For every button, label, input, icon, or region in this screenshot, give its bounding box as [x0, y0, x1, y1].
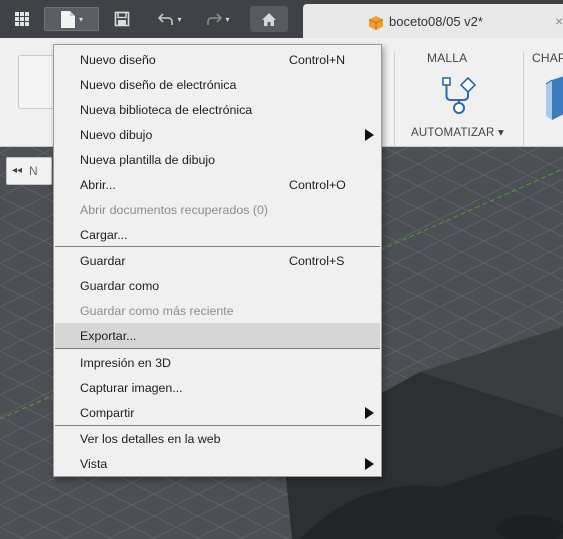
app-grid-button[interactable]: [9, 7, 35, 31]
file-icon: [60, 10, 76, 29]
browser-panel-collapse[interactable]: ◂◂ N: [6, 157, 52, 185]
undo-button[interactable]: ▾: [150, 7, 190, 31]
collapse-arrow-icon: ◂◂: [12, 165, 23, 176]
menu-item-exportar[interactable]: Exportar...: [55, 323, 380, 348]
menu-item-shortcut: Control+S: [289, 254, 345, 268]
menu-item-compartir[interactable]: Compartir: [55, 400, 380, 425]
redo-icon: [206, 12, 223, 26]
submenu-arrow-icon: [365, 129, 374, 141]
automatizar-dropdown[interactable]: AUTOMATIZAR ▾: [411, 125, 504, 139]
cube-icon: [368, 15, 384, 34]
menu-item-label: Guardar como más reciente: [80, 304, 234, 318]
menu-item-guardar-como-mas-reciente: Guardar como más reciente: [55, 298, 380, 323]
menu-item-nuevo-dibujo[interactable]: Nuevo dibujo: [55, 122, 380, 147]
save-button[interactable]: [107, 7, 137, 31]
ribbon-divider: [394, 52, 395, 146]
menu-item-label: Nuevo diseño de electrónica: [80, 78, 237, 92]
ribbon-divider: [523, 52, 524, 146]
menu-item-label: Abrir documentos recuperados (0): [80, 203, 269, 217]
menu-item-label: Abrir...: [80, 178, 116, 192]
menu-item-ver-detalles-web[interactable]: Ver los detalles en la web: [55, 426, 380, 451]
document-tab[interactable]: boceto08/05 v2* ×: [303, 4, 563, 38]
menu-item-abrir-recuperados: Abrir documentos recuperados (0): [55, 197, 380, 222]
menu-item-abrir[interactable]: Abrir... Control+O: [55, 172, 380, 197]
menu-separator: [55, 246, 380, 247]
menu-item-label: Compartir: [80, 406, 135, 420]
close-icon[interactable]: ×: [555, 13, 563, 29]
menu-item-nueva-plantilla-dibujo[interactable]: Nueva plantilla de dibujo: [55, 147, 380, 172]
quick-access-toolbar: ▾ ▾ ▾ boceto08/05 v2* ×: [0, 0, 563, 38]
menu-item-nuevo-diseno-electronica[interactable]: Nuevo diseño de electrónica: [55, 72, 380, 97]
menu-item-label: Nueva biblioteca de electrónica: [80, 103, 253, 117]
grid-icon: [14, 11, 30, 27]
home-icon: [261, 12, 277, 27]
menu-item-label: Ver los detalles en la web: [80, 432, 221, 446]
menu-separator: [55, 348, 380, 349]
menu-item-guardar-como[interactable]: Guardar como: [55, 273, 380, 298]
menu-item-vista[interactable]: Vista: [55, 451, 380, 476]
menu-item-label: Cargar...: [80, 228, 128, 242]
menu-item-nueva-biblioteca-electronica[interactable]: Nueva biblioteca de electrónica: [55, 97, 380, 122]
menu-item-label: Vista: [80, 457, 108, 471]
document-title: boceto08/05 v2*: [389, 14, 483, 29]
undo-dropdown-icon: ▾: [177, 14, 182, 24]
group-label-malla: MALLA: [427, 51, 468, 65]
browser-panel-label: N: [29, 164, 38, 178]
group-label-chapa: CHAP: [532, 51, 563, 65]
menu-item-label: Nuevo dibujo: [80, 128, 153, 142]
menu-item-label: Exportar...: [80, 329, 137, 343]
undo-icon: [158, 12, 174, 26]
submenu-arrow-icon: [365, 458, 374, 470]
chevron-down-icon: ▾: [78, 14, 83, 24]
file-dropdown-menu: Nuevo diseño Control+N Nuevo diseño de e…: [53, 44, 382, 477]
menu-item-label: Capturar imagen...: [80, 381, 183, 395]
save-icon: [114, 11, 130, 27]
menu-item-label: Nuevo diseño: [80, 53, 156, 67]
submenu-arrow-icon: [365, 407, 374, 419]
menu-item-nuevo-diseno[interactable]: Nuevo diseño Control+N: [55, 47, 380, 72]
menu-item-label: Impresión en 3D: [80, 356, 171, 370]
menu-item-label: Guardar: [80, 254, 126, 268]
menu-item-capturar-imagen[interactable]: Capturar imagen...: [55, 375, 380, 400]
redo-button[interactable]: ▾: [198, 7, 238, 31]
menu-item-label: Guardar como: [80, 279, 160, 293]
menu-item-shortcut: Control+O: [289, 178, 346, 192]
sheet-metal-icon[interactable]: [542, 76, 563, 120]
menu-item-label: Nueva plantilla de dibujo: [80, 153, 216, 167]
menu-item-cargar[interactable]: Cargar...: [55, 222, 380, 247]
redo-dropdown-icon: ▾: [225, 14, 230, 24]
menu-item-shortcut: Control+N: [289, 53, 346, 67]
menu-item-impresion-3d[interactable]: Impresión en 3D: [55, 350, 380, 375]
automate-icon[interactable]: [440, 76, 478, 119]
file-menu-button[interactable]: ▾: [44, 7, 99, 31]
home-button[interactable]: [250, 6, 288, 32]
menu-item-guardar[interactable]: Guardar Control+S: [55, 248, 380, 273]
